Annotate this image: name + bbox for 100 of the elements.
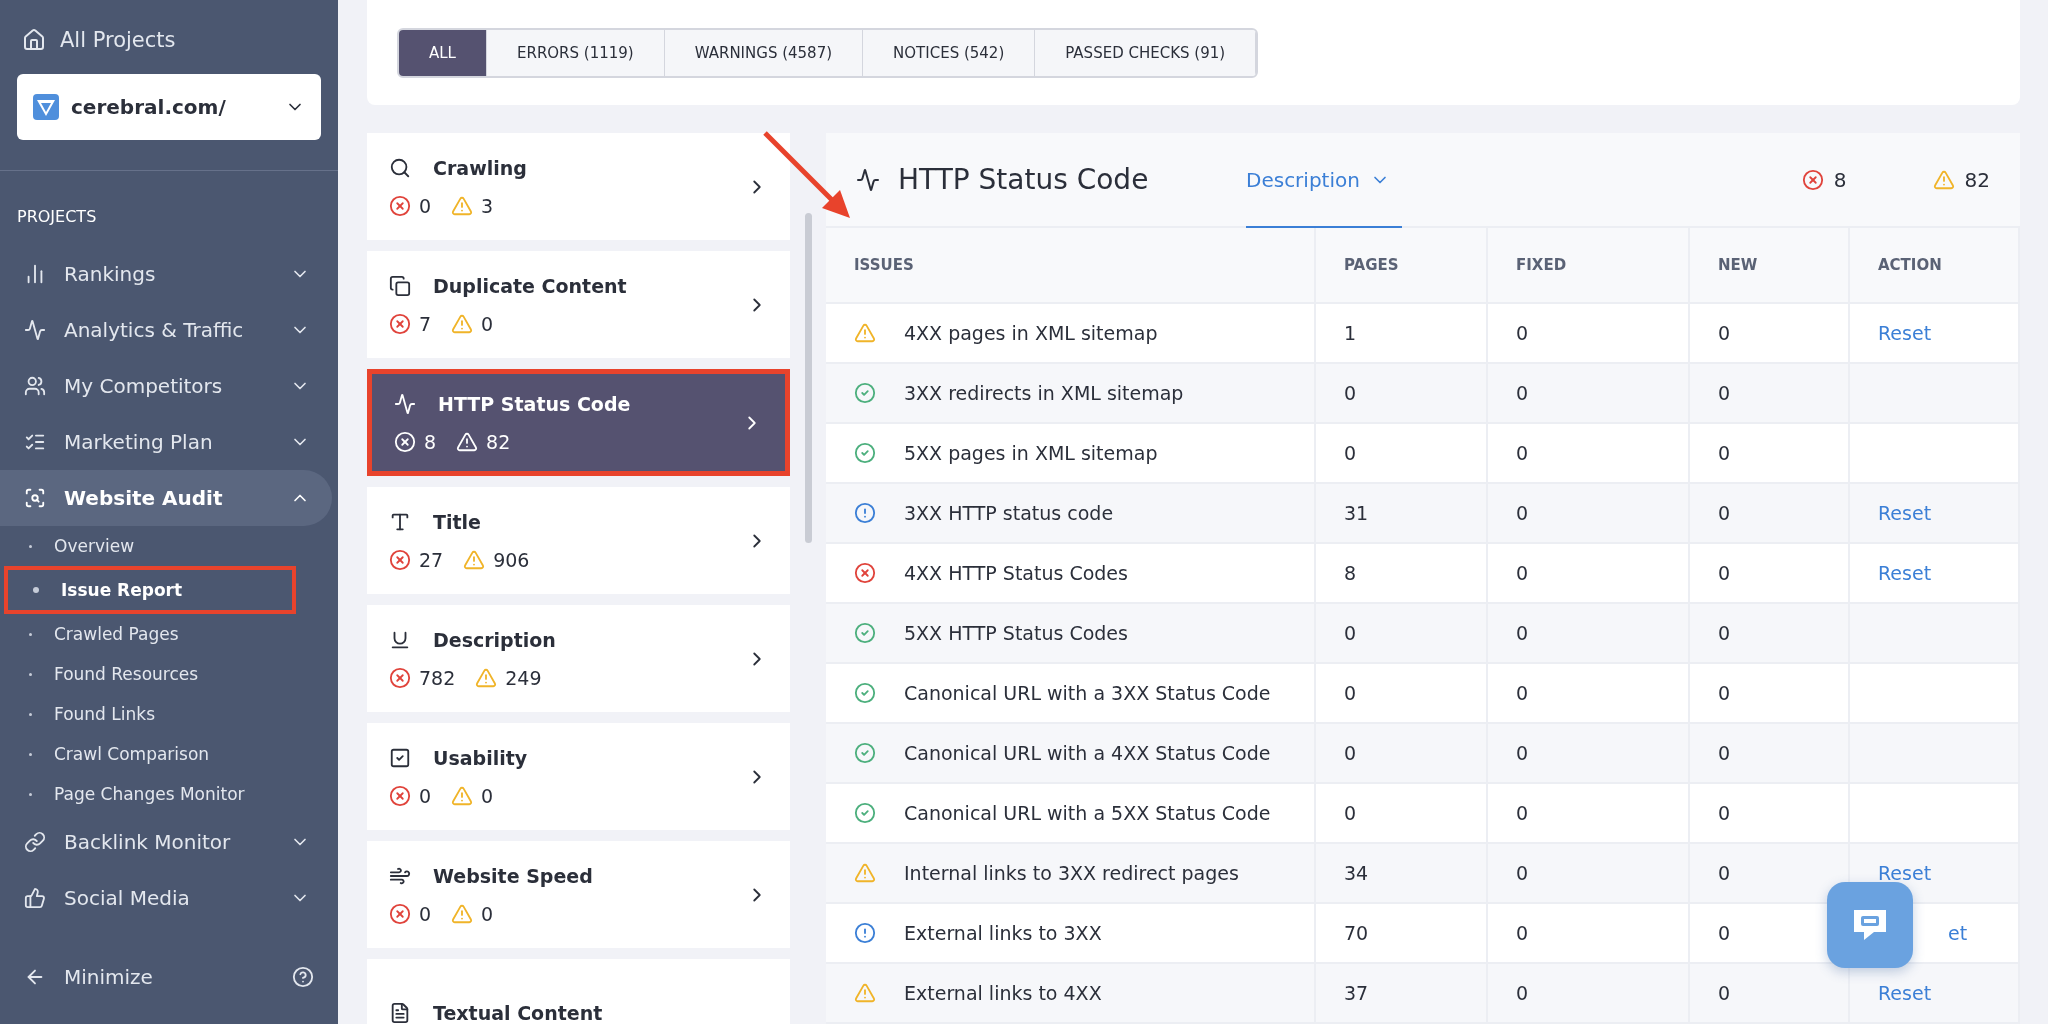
reset-link[interactable]: et: [1948, 922, 1968, 944]
nav-subitem[interactable]: Crawl Comparison: [0, 734, 338, 774]
logo-icon: [33, 94, 59, 120]
table-cell: 0: [1690, 724, 1850, 784]
error-count: 0: [419, 194, 432, 217]
category-card[interactable]: Crawling 0 3: [367, 133, 790, 240]
issue-name[interactable]: 3XX redirects in XML sitemap: [904, 382, 1184, 404]
table-cell: 0: [1488, 484, 1690, 544]
category-title: Website Speed: [433, 864, 593, 887]
nav-icon: [24, 487, 46, 509]
table-cell: 0: [1488, 664, 1690, 724]
all-projects-link[interactable]: All Projects: [22, 24, 338, 56]
issue-name[interactable]: External links to 3XX: [904, 922, 1102, 944]
issue-name[interactable]: Canonical URL with a 3XX Status Code: [904, 682, 1271, 704]
category-title: Textual Content: [433, 1001, 603, 1024]
category-card[interactable]: Description 782 249: [367, 605, 790, 712]
warning-icon: [854, 982, 876, 1004]
nav-item[interactable]: Social Media: [0, 870, 332, 926]
table-cell: 0: [1690, 364, 1850, 424]
table-cell: 31: [1316, 484, 1488, 544]
category-card[interactable]: Title 27 906: [367, 487, 790, 594]
table-cell: 0: [1488, 724, 1690, 784]
panel-title: HTTP Status Code: [898, 163, 1150, 196]
error-count: 8: [424, 430, 437, 453]
table-cell: 0: [1488, 364, 1690, 424]
issue-name[interactable]: Canonical URL with a 4XX Status Code: [904, 742, 1271, 764]
category-title: HTTP Status Code: [438, 392, 631, 415]
table-cell: 0: [1690, 844, 1850, 904]
table-cell: 0: [1316, 364, 1488, 424]
table-cell: 0: [1316, 424, 1488, 484]
table-cell: 0: [1488, 544, 1690, 604]
nav-subitem[interactable]: Page Changes Monitor: [0, 774, 338, 814]
error-count: 0: [419, 902, 432, 925]
category-title: Title: [433, 510, 481, 533]
table-cell: 0: [1690, 664, 1850, 724]
reset-link[interactable]: Reset: [1878, 862, 1932, 884]
nav-icon: [24, 887, 46, 909]
error-icon: [389, 784, 411, 807]
minimize-link[interactable]: Minimize: [64, 965, 274, 989]
issue-name[interactable]: External links to 4XX: [904, 982, 1102, 1004]
table-cell: 0: [1488, 904, 1690, 964]
nav-subitem[interactable]: Found Links: [0, 694, 338, 734]
issue-name[interactable]: Internal links to 3XX redirect pages: [904, 862, 1239, 884]
warning-count: 82: [1964, 167, 1990, 192]
issue-name[interactable]: 4XX pages in XML sitemap: [904, 322, 1158, 344]
table-cell: 0: [1488, 784, 1690, 844]
info-icon: [854, 502, 876, 524]
category-card[interactable]: Duplicate Content 7 0: [367, 251, 790, 358]
category-card[interactable]: Website Speed 0 0: [367, 841, 790, 948]
error-icon: [389, 312, 411, 335]
warning-icon: [451, 312, 474, 335]
warning-icon: [451, 194, 474, 217]
nav-subitem[interactable]: Issue Report: [4, 566, 296, 614]
table-cell: 34: [1316, 844, 1488, 904]
category-icon: [389, 1001, 411, 1024]
issue-name[interactable]: 4XX HTTP Status Codes: [904, 562, 1128, 584]
error-count: 782: [419, 666, 456, 689]
nav-icon: [24, 319, 46, 341]
warning-count: 0: [481, 312, 494, 335]
nav-item[interactable]: Analytics & Traffic: [0, 302, 332, 358]
warning-count: 3: [481, 194, 494, 217]
warning-icon: [854, 322, 876, 344]
nav-subitem[interactable]: Overview: [0, 526, 338, 566]
error-icon: [389, 902, 411, 925]
issue-name[interactable]: 3XX HTTP status code: [904, 502, 1114, 524]
nav-item[interactable]: Backlink Monitor: [0, 814, 332, 870]
nav-item[interactable]: Rankings: [0, 246, 332, 302]
nav-subitem[interactable]: Found Resources: [0, 654, 338, 694]
table-cell: 8: [1316, 544, 1488, 604]
table-cell: 0: [1690, 544, 1850, 604]
reset-link[interactable]: Reset: [1878, 982, 1932, 1004]
warning-icon: [451, 902, 474, 925]
nav-item[interactable]: Marketing Plan: [0, 414, 332, 470]
category-icon: [389, 274, 411, 297]
scrollbar-thumb[interactable]: [804, 213, 812, 543]
category-card[interactable]: HTTP Status Code 8 82: [367, 369, 790, 476]
nav-item[interactable]: My Competitors: [0, 358, 332, 414]
table-cell: 1: [1316, 304, 1488, 364]
reset-link[interactable]: Reset: [1878, 562, 1932, 584]
nav-subitem[interactable]: Crawled Pages: [0, 614, 338, 654]
reset-link[interactable]: Reset: [1878, 502, 1932, 524]
category-card[interactable]: Usability 0 0: [367, 723, 790, 830]
help-icon[interactable]: [292, 966, 314, 988]
category-icon: [394, 392, 416, 415]
reset-link[interactable]: Reset: [1878, 322, 1932, 344]
chat-button[interactable]: [1827, 882, 1913, 968]
issue-name[interactable]: 5XX pages in XML sitemap: [904, 442, 1158, 464]
filter-tab[interactable]: ALL: [399, 29, 487, 76]
issue-name[interactable]: Canonical URL with a 5XX Status Code: [904, 802, 1271, 824]
error-icon: [389, 548, 411, 571]
check-icon: [854, 682, 876, 704]
nav-item[interactable]: Website Audit: [0, 470, 332, 526]
warning-icon: [456, 430, 479, 453]
category-card[interactable]: Textual Content: [367, 959, 790, 1024]
table-cell: 0: [1690, 604, 1850, 664]
issue-name[interactable]: 5XX HTTP Status Codes: [904, 622, 1128, 644]
project-select[interactable]: cerebral.com/: [17, 74, 321, 140]
warning-icon: [463, 548, 486, 571]
description-tab[interactable]: Description: [1246, 133, 1402, 228]
error-icon: [854, 562, 876, 584]
